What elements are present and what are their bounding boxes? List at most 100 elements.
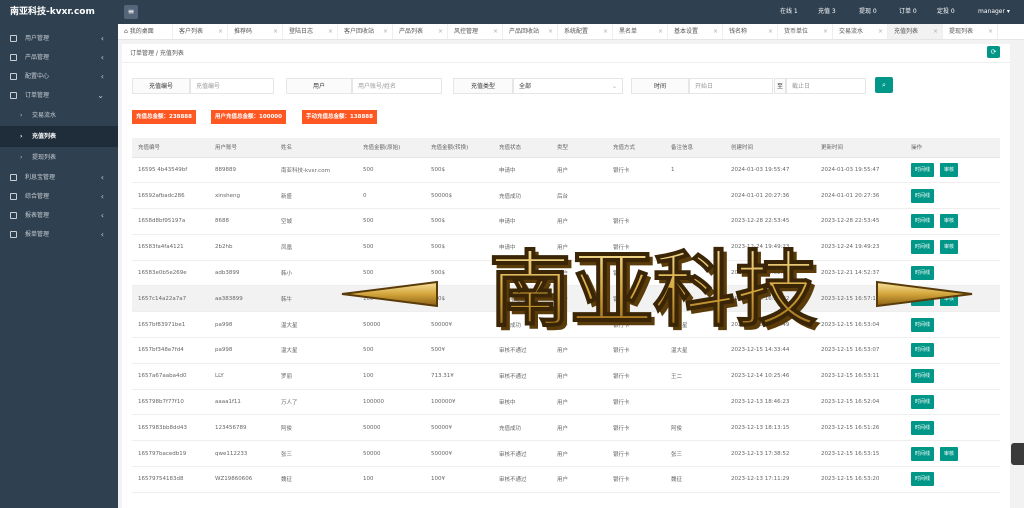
actions-cell: 时间线: [905, 466, 1000, 493]
tab-label: 充值列表: [894, 28, 919, 35]
sidebar-item[interactable]: 报单管理 ‹: [0, 225, 118, 244]
table-cell: 南亚科技-kvxr.com: [275, 157, 357, 184]
review-button[interactable]: 审核: [940, 291, 959, 306]
refresh-icon[interactable]: ⟳: [987, 46, 1000, 58]
tab-item[interactable]: 提现列表 ×: [943, 24, 998, 39]
timeline-button[interactable]: 时间线: [911, 395, 935, 410]
sidebar-subitem[interactable]: › 充值列表: [0, 126, 118, 147]
sidebar-item[interactable]: 用户管理 ‹: [0, 29, 118, 48]
timeline-button[interactable]: 时间线: [911, 472, 935, 487]
timeline-button[interactable]: 时间线: [911, 343, 935, 358]
table-cell: 用户: [551, 389, 607, 416]
timeline-button[interactable]: 时间线: [911, 446, 935, 461]
close-icon[interactable]: ×: [933, 24, 938, 39]
sidebar-item[interactable]: 配置中心 ‹: [0, 67, 118, 86]
review-button[interactable]: 审核: [940, 240, 959, 255]
tab-item[interactable]: 客户列表 ×: [173, 24, 228, 39]
sidebar-item[interactable]: 产品管理 ‹: [0, 48, 118, 67]
timeline-button[interactable]: 时间线: [911, 266, 935, 281]
end-date-input[interactable]: 截止日: [786, 78, 866, 94]
tab-item[interactable]: 货币单位 ×: [778, 24, 833, 39]
review-button[interactable]: 审核: [940, 162, 959, 177]
sidebar-item[interactable]: 报表管理 ‹: [0, 206, 118, 225]
tab-item[interactable]: 基本设置 ×: [668, 24, 723, 39]
tab-item[interactable]: 客户回收站 ×: [338, 24, 393, 39]
sidebar-subitem[interactable]: › 交易流水: [0, 105, 118, 126]
chevron-icon: ⌄: [97, 91, 104, 100]
table-cell: 16579754183d8: [132, 466, 209, 493]
sidebar-item[interactable]: 利息宝管理 ‹: [0, 168, 118, 187]
review-button[interactable]: 审核: [940, 446, 959, 461]
table-cell: 2023-12-13 17:38:52: [725, 440, 815, 468]
table-cell: 温大星: [275, 311, 357, 339]
close-icon[interactable]: ×: [603, 24, 608, 39]
tab-item[interactable]: 产品列表 ×: [393, 24, 448, 39]
close-icon[interactable]: ×: [383, 24, 388, 39]
table-cell: 1: [665, 157, 725, 184]
column-header: 类型: [551, 138, 607, 158]
menu-toggle-icon[interactable]: ≡: [124, 5, 138, 19]
stat-invest[interactable]: 定投 0: [937, 0, 955, 24]
close-icon[interactable]: ×: [328, 24, 333, 39]
tab-item[interactable]: 风控管理 ×: [448, 24, 503, 39]
user-menu[interactable]: manager ▾: [978, 0, 1010, 24]
table-cell: 2023-12-21 14:52:37: [725, 260, 815, 287]
close-icon[interactable]: ×: [438, 24, 443, 39]
table-cell: 审核不通过: [493, 363, 551, 390]
close-icon[interactable]: ×: [218, 24, 223, 39]
sidebar-subitem[interactable]: › 提现列表: [0, 147, 118, 168]
tab-label: 基本设置: [674, 28, 699, 35]
timeline-button[interactable]: 时间线: [911, 188, 935, 203]
sidebar-item[interactable]: 订单管理 ⌄: [0, 86, 118, 105]
column-header: 备注信息: [665, 138, 725, 158]
close-icon[interactable]: ×: [658, 24, 663, 39]
stat-recharge[interactable]: 充值 3: [818, 0, 836, 24]
close-icon[interactable]: ×: [548, 24, 553, 39]
close-icon[interactable]: ×: [493, 24, 498, 39]
tab-item[interactable]: 产品回收站 ×: [503, 24, 558, 39]
table-cell: aa383899: [209, 285, 275, 313]
timeline-button[interactable]: 时间线: [911, 291, 935, 306]
breadcrumb: 订单管理 / 充值列表: [122, 44, 1010, 63]
tab-item[interactable]: 充值列表 ×: [888, 24, 943, 39]
timeline-button[interactable]: 时间线: [911, 420, 935, 435]
tab-item[interactable]: 钱名称 ×: [723, 24, 778, 39]
table-cell: 50000: [357, 414, 425, 442]
search-button[interactable]: ⌕: [875, 77, 893, 93]
table-row: 1657983bb8dd43 123456789 阿俊 50000 50000¥ 充值成功…: [132, 414, 1000, 442]
tab-item[interactable]: 系统配置 ×: [558, 24, 613, 39]
close-icon[interactable]: ×: [878, 24, 883, 39]
table-cell: 500$: [425, 157, 493, 184]
close-icon[interactable]: ×: [988, 24, 993, 39]
close-icon[interactable]: ×: [768, 24, 773, 39]
type-select[interactable]: 全部 ⌄: [513, 78, 623, 94]
sidebar-item[interactable]: 综合管理 ‹: [0, 187, 118, 206]
tab-item[interactable]: ⌂ 我的桌面: [118, 24, 173, 39]
timeline-button[interactable]: 时间线: [911, 317, 935, 332]
table-row: 16592afbadc286 xinsheng 新盛 0 50000$ 充值成功 后台 202…: [132, 182, 1000, 210]
stat-order[interactable]: 订单 0: [899, 0, 917, 24]
tab-item[interactable]: 交易流水 ×: [833, 24, 888, 39]
close-icon[interactable]: ×: [823, 24, 828, 39]
chevron-right-icon: ›: [20, 154, 23, 161]
tab-item[interactable]: 黑名单 ×: [613, 24, 668, 39]
timeline-button[interactable]: 时间线: [911, 162, 935, 177]
stat-withdraw[interactable]: 提现 0: [859, 0, 877, 24]
side-widget-icon[interactable]: [1011, 443, 1024, 465]
close-icon[interactable]: ×: [713, 24, 718, 39]
tab-item[interactable]: 推荐码 ×: [228, 24, 283, 39]
tab-item[interactable]: 登陆日志 ×: [283, 24, 338, 39]
timeline-button[interactable]: 时间线: [911, 214, 935, 229]
start-date-input[interactable]: 开始日: [689, 78, 773, 94]
timeline-button[interactable]: 时间线: [911, 240, 935, 255]
table-cell: 充值成功: [493, 414, 551, 442]
table-cell: 889889: [209, 157, 275, 184]
table-cell: LLY: [209, 363, 275, 390]
sidebar-subitem-label: 提现列表: [32, 154, 57, 161]
user-input[interactable]: 用户账号/姓名: [352, 78, 442, 94]
timeline-button[interactable]: 时间线: [911, 369, 935, 384]
order-no-input[interactable]: 充值编号: [190, 78, 274, 94]
stat-online[interactable]: 在线 1: [780, 0, 798, 24]
close-icon[interactable]: ×: [273, 24, 278, 39]
review-button[interactable]: 审核: [940, 214, 959, 229]
